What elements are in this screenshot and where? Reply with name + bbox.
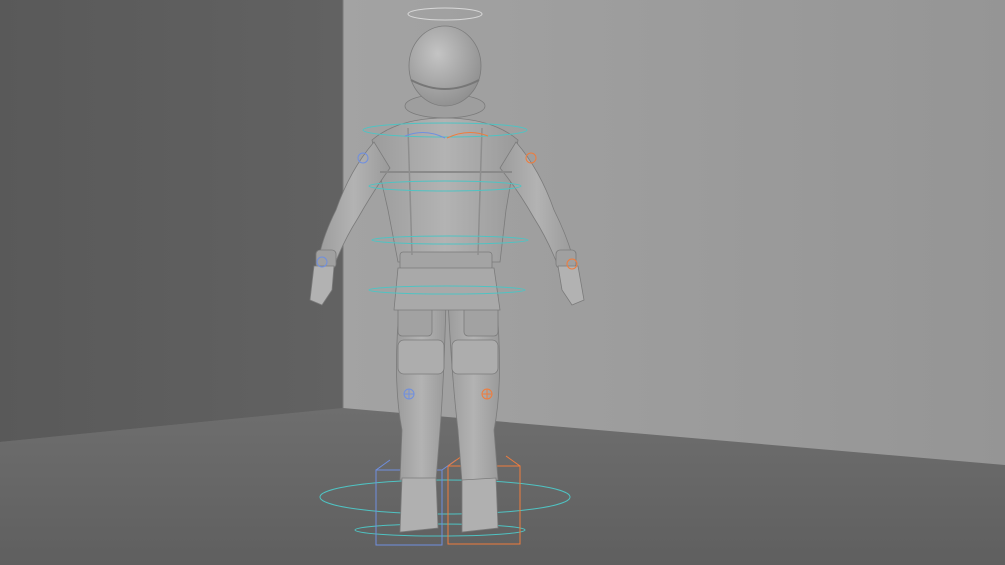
environment xyxy=(0,0,1005,565)
right-boot xyxy=(399,477,439,533)
left-boot xyxy=(461,477,499,533)
left-wall xyxy=(0,0,343,442)
viewport-scene[interactable] xyxy=(0,0,1005,565)
3d-viewport[interactable] xyxy=(0,0,1005,565)
helmet xyxy=(408,25,482,107)
